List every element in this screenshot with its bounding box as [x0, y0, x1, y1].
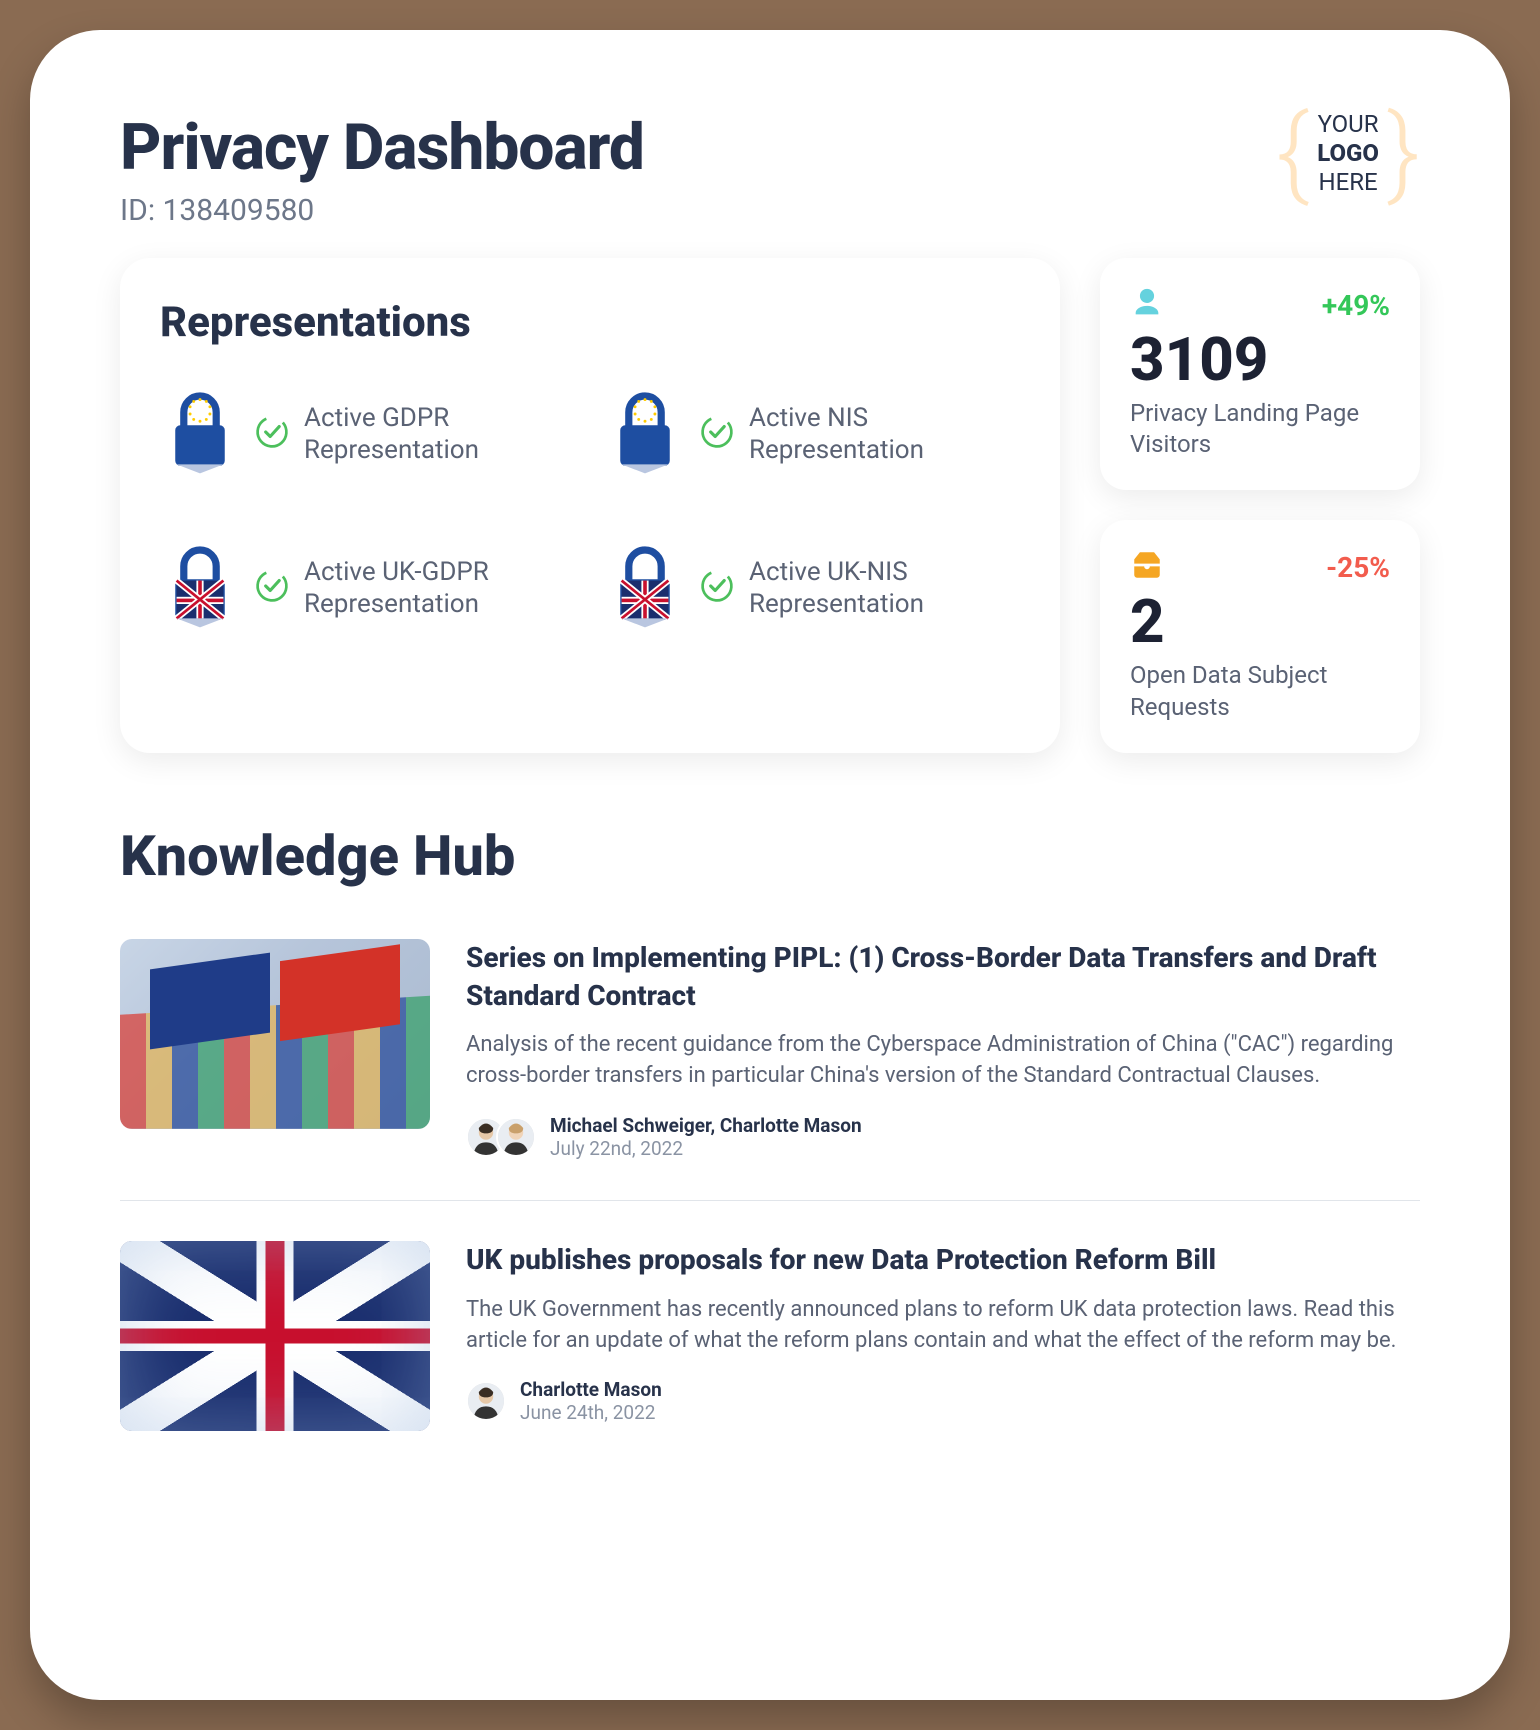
stats-column: +49% 3109 Privacy Landing Page Visitors …	[1100, 258, 1420, 753]
check-icon	[254, 568, 290, 608]
representation-item[interactable]: Active UK-NIS Representation	[605, 541, 1020, 635]
avatar	[496, 1117, 536, 1157]
logo-line2: LOGO	[1317, 139, 1379, 168]
representations-title: Representations	[160, 298, 1020, 347]
article-title: Series on Implementing PIPL: (1) Cross-B…	[466, 939, 1420, 1015]
representations-grid: Active GDPR Representation Active NIS Re…	[160, 387, 1020, 635]
article-title: UK publishes proposals for new Data Prot…	[466, 1241, 1420, 1279]
article-thumbnail	[120, 939, 430, 1129]
articles-list: Series on Implementing PIPL: (1) Cross-B…	[120, 939, 1420, 1471]
article-authors: Michael Schweiger, Charlotte Mason	[550, 1114, 862, 1137]
lock-icon	[160, 541, 240, 635]
check-icon	[699, 414, 735, 454]
stat-card[interactable]: -25% 2 Open Data Subject Requests	[1100, 520, 1420, 752]
lock-icon	[605, 541, 685, 635]
inbox-icon	[1130, 548, 1164, 586]
article-body: UK publishes proposals for new Data Prot…	[466, 1241, 1420, 1431]
article-meta: Michael Schweiger, Charlotte Mason July …	[466, 1114, 1420, 1160]
article-body: Series on Implementing PIPL: (1) Cross-B…	[466, 939, 1420, 1160]
representations-card: Representations Active GDPR Representati…	[120, 258, 1060, 753]
knowledge-hub-title: Knowledge Hub	[120, 823, 1420, 889]
article-item[interactable]: Series on Implementing PIPL: (1) Cross-B…	[120, 939, 1420, 1201]
stat-value: 2	[1130, 592, 1390, 652]
check-icon	[699, 568, 735, 608]
person-icon	[1130, 286, 1164, 324]
representation-item[interactable]: Active NIS Representation	[605, 387, 1020, 481]
lock-icon	[160, 387, 240, 481]
avatar	[466, 1381, 506, 1421]
brace-right-icon: }	[1387, 113, 1420, 193]
avatar-group	[466, 1117, 536, 1157]
page-title: Privacy Dashboard	[120, 110, 644, 185]
representation-label: Active UK-GDPR Representation	[304, 556, 575, 621]
stat-delta: +49%	[1322, 289, 1390, 322]
representation-label: Active GDPR Representation	[304, 402, 575, 467]
avatar-group	[466, 1381, 506, 1421]
lock-icon	[605, 387, 685, 481]
top-row: Representations Active GDPR Representati…	[120, 258, 1420, 753]
article-item[interactable]: UK publishes proposals for new Data Prot…	[120, 1241, 1420, 1471]
representation-item[interactable]: Active GDPR Representation	[160, 387, 575, 481]
representation-label: Active NIS Representation	[749, 402, 1020, 467]
header: Privacy Dashboard ID: 138409580 { YOUR L…	[120, 110, 1420, 228]
logo-line1: YOUR	[1317, 110, 1379, 139]
article-date: June 24th, 2022	[520, 1401, 662, 1424]
representation-label: Active UK-NIS Representation	[749, 556, 1020, 621]
representation-item[interactable]: Active UK-GDPR Representation	[160, 541, 575, 635]
article-date: July 22nd, 2022	[550, 1137, 862, 1160]
dashboard-card: Privacy Dashboard ID: 138409580 { YOUR L…	[30, 30, 1510, 1700]
stat-card[interactable]: +49% 3109 Privacy Landing Page Visitors	[1100, 258, 1420, 490]
article-description: The UK Government has recently announced…	[466, 1295, 1420, 1357]
article-authors: Charlotte Mason	[520, 1378, 662, 1401]
check-icon	[254, 414, 290, 454]
logo-text: YOUR LOGO HERE	[1317, 110, 1379, 196]
page-id: ID: 138409580	[120, 193, 644, 228]
stat-delta: -25%	[1326, 551, 1390, 584]
stat-label: Privacy Landing Page Visitors	[1130, 398, 1390, 460]
stat-value: 3109	[1130, 330, 1390, 390]
logo-line3: HERE	[1317, 168, 1379, 197]
title-block: Privacy Dashboard ID: 138409580	[120, 110, 644, 228]
logo-placeholder: { YOUR LOGO HERE }	[1276, 110, 1420, 196]
article-meta: Charlotte Mason June 24th, 2022	[466, 1378, 1420, 1424]
article-description: Analysis of the recent guidance from the…	[466, 1030, 1420, 1092]
brace-left-icon: {	[1276, 113, 1309, 193]
article-thumbnail	[120, 1241, 430, 1431]
stat-label: Open Data Subject Requests	[1130, 660, 1390, 722]
